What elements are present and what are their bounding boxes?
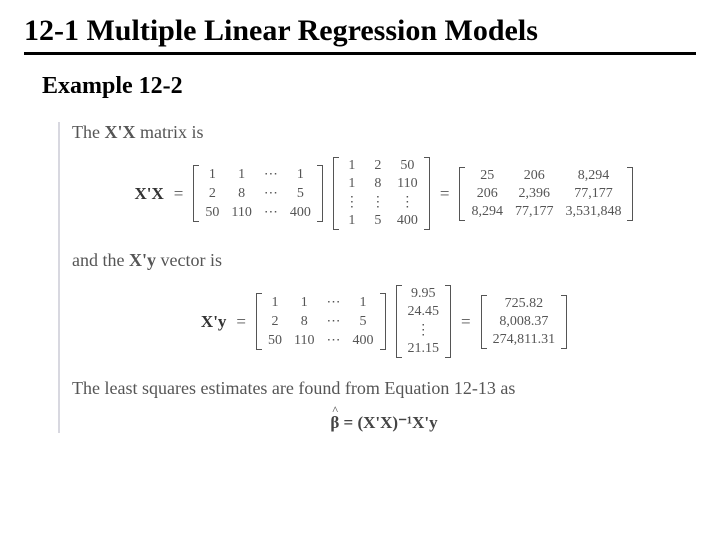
matrix-B1: 1250 18110 ⋮⋮⋮ 15400: [333, 157, 430, 230]
content-body: The X'X matrix is X'X = 11⋯1 28⋯5 50110⋯…: [58, 122, 696, 433]
example-label: Example 12-2: [42, 73, 696, 100]
text-xx-matrix: The X'X matrix is: [72, 122, 696, 143]
t1b: X'X: [104, 122, 135, 142]
equals-4: =: [461, 312, 471, 332]
t1a: The: [72, 122, 104, 142]
beta-symbol: β: [330, 413, 339, 432]
matrix-R1: 252068,294 2062,39677,177 8,29477,1773,5…: [459, 167, 633, 221]
matrix-R2: 725.82 8,008.37 274,811.31: [481, 295, 567, 349]
equation-xy: X'y = 11⋯1 28⋯5 50110⋯400 9.95 24.45 ⋮ 2…: [72, 285, 696, 358]
matrix-A2: 11⋯1 28⋯5 50110⋯400: [256, 293, 385, 350]
slide: 12-1 Multiple Linear Regression Models E…: [0, 0, 720, 447]
lhs-xx: X'X: [135, 184, 164, 204]
equals-2: =: [440, 184, 450, 204]
t2b: X'y: [129, 250, 156, 270]
section-title: 12-1 Multiple Linear Regression Models: [24, 14, 696, 55]
equals-1: =: [174, 184, 184, 204]
t2a: and the: [72, 250, 129, 270]
matrix-A1: 11⋯1 28⋯5 50110⋯400: [193, 165, 322, 222]
matrix-B2: 9.95 24.45 ⋮ 21.15: [396, 285, 452, 358]
t1c: matrix is: [135, 122, 203, 142]
text-xy-vector: and the X'y vector is: [72, 250, 696, 271]
equation-xx: X'X = 11⋯1 28⋯5 50110⋯400 1250 18110 ⋮⋮⋮…: [72, 157, 696, 230]
lhs-xy: X'y: [201, 312, 227, 332]
equation-beta: β = (X'X)⁻¹X'y: [72, 413, 696, 433]
t2c: vector is: [156, 250, 222, 270]
equals-3: =: [236, 312, 246, 332]
text-least-squares: The least squares estimates are found fr…: [72, 378, 696, 399]
beta-rhs: = (X'X)⁻¹X'y: [339, 413, 437, 432]
